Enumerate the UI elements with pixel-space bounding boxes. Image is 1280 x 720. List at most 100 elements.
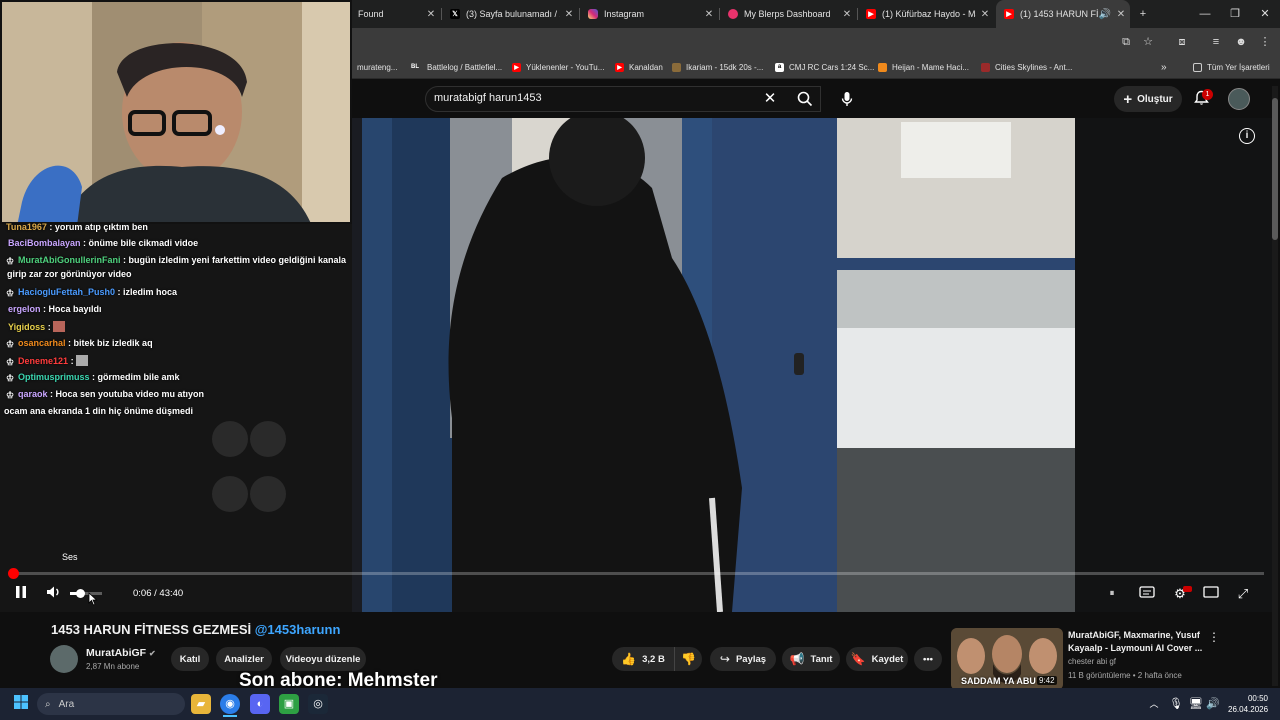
autoplay-toggle-icon[interactable]: ⏸ [1102, 585, 1122, 603]
bookmark-item[interactable]: BL Battlelog / Battlefiel... [408, 55, 502, 79]
bookmark-item[interactable]: Cities Skylines - Ant... [981, 55, 1072, 79]
bookmark-item[interactable]: ▶ Kanaldan [615, 55, 663, 79]
discord-icon[interactable]: ◐ [250, 694, 270, 714]
speaker-icon[interactable]: 🔊 [1098, 9, 1112, 20]
dislike-button[interactable]: 👎 [674, 647, 702, 671]
join-button[interactable]: Katıl [171, 647, 209, 671]
verified-icon: ✔ [149, 649, 156, 658]
hd-badge [1183, 586, 1192, 592]
bookmark-item[interactable]: Heijan - Mame Haci... [878, 55, 969, 79]
like-button[interactable]: 👍 3,2 B [612, 647, 674, 671]
tab-instagram[interactable]: Instagram ✕ [580, 0, 718, 28]
scrollbar-thumb[interactable] [1272, 98, 1278, 240]
extensions-icon[interactable]: ⧈ [1173, 33, 1191, 51]
close-icon[interactable]: ✕ [560, 9, 578, 20]
chat-message: ♔ HaciogluFettah_Push0 : izledim hoca [6, 287, 177, 298]
profile-icon[interactable]: ☻ [1232, 33, 1250, 51]
blerp-icon [728, 9, 738, 19]
microphone-icon[interactable] [834, 86, 860, 112]
bookmark-icon: 🔖 [850, 652, 866, 666]
bookmark-item[interactable]: Ikariam - 15dk 20s -... [672, 55, 763, 79]
pause-button[interactable] [11, 585, 31, 603]
steam-icon[interactable]: ◎ [308, 694, 328, 714]
search-icon[interactable] [786, 86, 824, 112]
tab-label: Instagram [604, 9, 645, 19]
volume-knob[interactable] [75, 589, 85, 598]
more-actions-button[interactable]: ••• [914, 647, 942, 671]
close-icon[interactable]: ✕ [700, 9, 718, 20]
new-tab-button[interactable]: + [1132, 0, 1154, 28]
chat-message-continuation: girip zar zor görünüyor video [7, 269, 132, 279]
video-duration: 9:42 [1037, 676, 1057, 685]
media-control-icon[interactable]: ≡ [1207, 33, 1225, 51]
chat-message: Tuna1967 : yorum atıp çıktım ben [6, 222, 148, 232]
chrome-icon[interactable]: ◉ [220, 694, 240, 714]
channel-avatar[interactable] [50, 645, 78, 673]
close-icon[interactable]: ✕ [838, 9, 856, 20]
restore-button[interactable]: ❐ [1218, 0, 1252, 28]
progress-bar[interactable] [7, 568, 1264, 579]
progress-scrubber[interactable] [7, 568, 19, 579]
all-bookmarks-button[interactable]: Tüm Yer İşaretleri [1193, 55, 1270, 79]
bookmark-item[interactable]: a CMJ RC Cars 1:24 Sc... [775, 55, 874, 79]
close-icon[interactable]: ✕ [1112, 9, 1130, 20]
avatar[interactable] [1228, 88, 1250, 110]
windows-start-icon[interactable] [11, 694, 31, 714]
install-app-icon[interactable]: ⧉ [1117, 33, 1135, 51]
speaker-icon[interactable]: 🔊 [1203, 694, 1223, 714]
recommended-menu-icon[interactable]: ⋮ [1208, 630, 1220, 644]
sub-badge-icon: ♔ [6, 390, 15, 400]
bookmark-star-icon[interactable]: ☆ [1139, 33, 1157, 51]
theater-mode-icon[interactable] [1201, 585, 1221, 603]
analytics-button[interactable]: Analizler [216, 647, 272, 671]
taskbar-clock[interactable]: 00:50 26.04.2026 [1228, 693, 1268, 715]
sub-badge-icon: ♔ [6, 339, 15, 349]
page-scrollbar[interactable] [1272, 86, 1278, 686]
tab-blerps[interactable]: My Blerps Dashboard ✕ [720, 0, 856, 28]
close-icon[interactable]: ✕ [976, 9, 994, 20]
video-frame[interactable]: i [352, 118, 1272, 612]
minimize-button[interactable]: — [1188, 0, 1222, 28]
chat-message: ♔ qaraok : Hoca sen youtuba video mu atıy… [6, 389, 204, 400]
edit-video-button[interactable]: Videoyu düzenle [280, 647, 366, 671]
more-horizontal-icon: ••• [923, 653, 933, 665]
bookmark-label: Ikariam - 15dk 20s -... [686, 62, 764, 72]
chat-username: osancarhal [18, 338, 66, 348]
sub-badge-icon: ♔ [6, 288, 15, 298]
recommended-title[interactable]: MuratAbiGF, Maxmarine, Yusuf Kayaalp - L… [1068, 629, 1208, 655]
taskbar-search[interactable]: ⌕ Ara [37, 693, 185, 715]
app-icon[interactable]: ▣ [279, 694, 299, 714]
bookmark-item[interactable]: ▶ Yüklenenler - YouTu... [512, 55, 604, 79]
menu-kebab-icon[interactable]: ⋮ [1256, 33, 1274, 51]
close-window-button[interactable]: ✕ [1248, 0, 1280, 28]
chat-text: : bugün izledim yeni farkettim video gel… [123, 255, 347, 265]
file-explorer-icon[interactable]: ▰ [191, 694, 211, 714]
save-button[interactable]: 🔖 Kaydet [846, 647, 908, 671]
channel-mention-link[interactable]: @1453harunn [255, 622, 341, 637]
thumbs-down-icon: 👎 [681, 652, 696, 666]
tray-microphone-icon[interactable]: 🎙 [1166, 694, 1186, 714]
chat-username: qaraok [18, 389, 48, 399]
volume-icon[interactable] [44, 585, 64, 603]
subtitles-icon[interactable] [1137, 585, 1157, 603]
create-button[interactable]: + Oluştur [1114, 86, 1182, 112]
tab-youtube-active[interactable]: ▶ (1) 1453 HARUN FİTN 🔊 ✕ [996, 0, 1130, 28]
channel-name[interactable]: MuratAbiGF ✔ [86, 647, 156, 659]
clear-search-icon[interactable]: ✕ [762, 90, 778, 108]
info-icon[interactable]: i [1239, 128, 1255, 144]
tab-youtube-kufurbaz[interactable]: ▶ (1) Küfürbaz Haydo - Ma ✕ [858, 0, 994, 28]
heijan-icon [878, 62, 887, 72]
close-icon[interactable]: ✕ [422, 9, 440, 20]
fullscreen-icon[interactable]: ⤢ [1233, 585, 1253, 603]
share-button[interactable]: ↪ Paylaş [710, 647, 776, 671]
tray-chevron-icon[interactable]: ︿ [1144, 694, 1164, 714]
bookmark-item[interactable]: murateng... [357, 55, 397, 79]
tab-found[interactable]: Found ✕ [350, 0, 440, 28]
tab-x[interactable]: 𝕏 (3) Sayfa bulunamadı / X ✕ [442, 0, 578, 28]
tab-label: (3) Sayfa bulunamadı / X [466, 9, 560, 19]
recommended-thumbnail[interactable]: SADDAM YA ABU 9:42 [951, 628, 1063, 690]
more-bookmarks-chevron-icon[interactable]: » [1161, 55, 1167, 79]
promote-button[interactable]: 📢 Tanıt [782, 647, 840, 671]
bookmark-label: Yüklenenler - YouTu... [526, 62, 605, 72]
recommended-meta: 11 B görüntüleme • 2 hafta önce [1068, 671, 1182, 680]
